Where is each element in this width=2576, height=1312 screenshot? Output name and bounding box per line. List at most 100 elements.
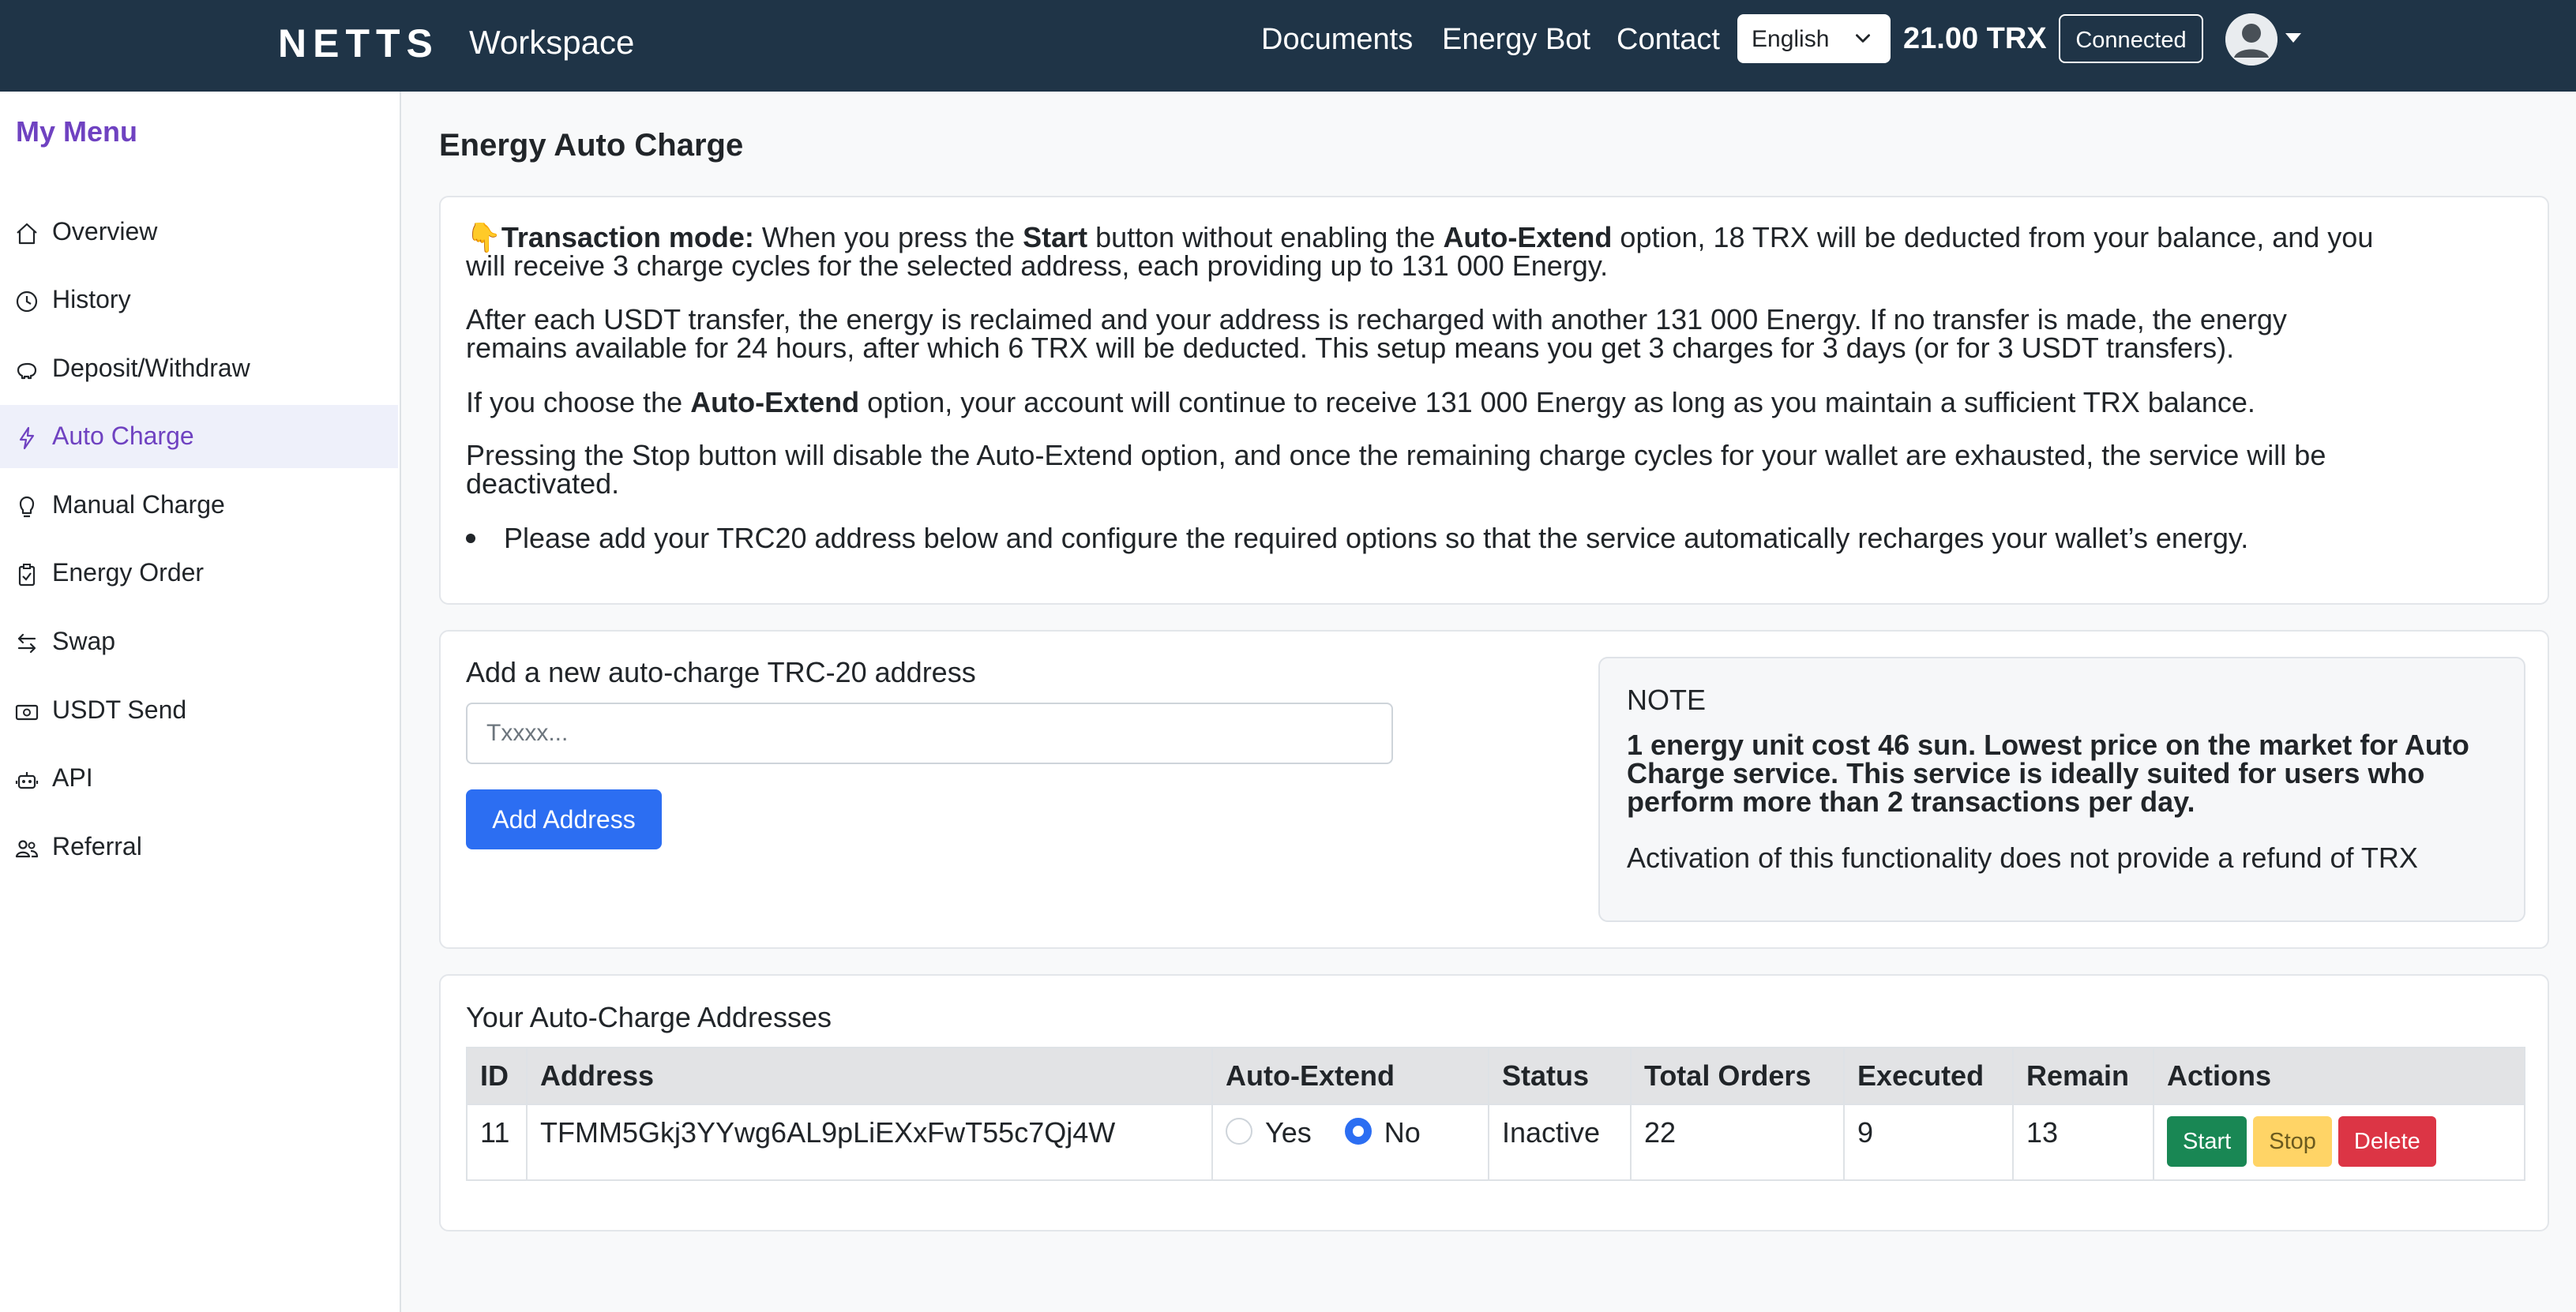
piggy-bank-icon	[17, 362, 37, 380]
cell-id: 11	[466, 1104, 528, 1181]
sidebar-item-auto-charge[interactable]: Auto Charge	[0, 405, 398, 468]
lightning-icon	[19, 426, 35, 450]
sidebar-item-deposit-withdraw[interactable]: Deposit/Withdraw	[0, 337, 398, 400]
sidebar-item-label: Energy Order	[52, 558, 205, 587]
pointing-down-icon: 👇	[466, 221, 501, 253]
auto-extend-no-label: No	[1384, 1116, 1421, 1149]
user-avatar[interactable]	[2225, 13, 2277, 66]
address-input-label: Add a new auto-charge TRC-20 address	[466, 656, 976, 688]
lightbulb-icon	[19, 496, 35, 518]
column-header-total-orders: Total Orders	[1630, 1047, 1845, 1105]
caret-down-icon[interactable]	[2285, 33, 2301, 43]
sidebar-item-manual-charge[interactable]: Manual Charge	[0, 474, 398, 537]
cell-auto-extend: Yes No	[1211, 1104, 1489, 1181]
nav-documents[interactable]: Documents	[1261, 23, 1413, 57]
chevron-down-icon	[1856, 34, 1870, 43]
delete-button[interactable]: Delete	[2338, 1116, 2436, 1167]
add-address-button[interactable]: Add Address	[466, 789, 662, 849]
brand-logo[interactable]: NETTS	[278, 21, 439, 66]
home-icon	[17, 223, 37, 245]
info-bullet-text: Please add your TRC20 address below and …	[504, 522, 2249, 554]
table-row: 11 TFMM5Gkj3YYwg6AL9pLiEXxFwT55c7Qj4W Ye…	[466, 1104, 2525, 1181]
sidebar-item-label: Referral	[52, 832, 142, 860]
info-paragraph-1: 👇Transaction mode: When you press the St…	[466, 223, 2373, 252]
cell-actions: Start Stop Delete	[2153, 1104, 2525, 1181]
brand-subtitle: Workspace	[469, 24, 635, 61]
user-icon	[2225, 13, 2277, 66]
info-paragraph-4: Pressing the Stop button will disable th…	[466, 439, 2326, 471]
wallet-connected-button[interactable]: Connected	[2059, 14, 2203, 63]
nav-energy-bot[interactable]: Energy Bot	[1442, 23, 1590, 57]
column-header-remain: Remain	[2012, 1047, 2154, 1105]
nav-contact[interactable]: Contact	[1617, 23, 1720, 57]
sidebar-item-label: API	[52, 763, 93, 792]
trx-balance: 21.00 TRX	[1903, 22, 2047, 55]
info-paragraph-1-line-2: will receive 3 charge cycles for the sel…	[466, 249, 1609, 282]
cash-icon	[15, 704, 39, 721]
cell-executed: 9	[1843, 1104, 2014, 1181]
auto-extend-yes-label: Yes	[1265, 1116, 1312, 1149]
note-refund-text: Activation of this functionality does no…	[1627, 842, 2418, 874]
swap-arrows-icon	[17, 633, 36, 654]
cell-total-orders: 22	[1630, 1104, 1845, 1181]
info-text: If you choose the	[466, 386, 691, 418]
note-box: NOTE 1 energy unit cost 46 sun. Lowest p…	[1598, 657, 2525, 922]
info-text: When you press the	[753, 221, 1023, 253]
addresses-table: ID Address Auto-Extend Status Total Orde…	[466, 1047, 2525, 1181]
start-button[interactable]: Start	[2167, 1116, 2247, 1167]
stop-button[interactable]: Stop	[2253, 1116, 2332, 1167]
cell-remain: 13	[2012, 1104, 2154, 1181]
column-header-status: Status	[1488, 1047, 1632, 1105]
bullet-marker	[466, 534, 475, 543]
info-text: option, 18 TRX will be deducted from you…	[1612, 221, 2374, 253]
sidebar-item-history[interactable]: History	[0, 268, 398, 332]
info-text: button without enabling the	[1087, 221, 1444, 253]
clock-icon	[16, 291, 38, 313]
auto-extend-no-radio[interactable]	[1344, 1118, 1372, 1145]
sidebar: My Menu Overview History Deposit/Withdra…	[0, 92, 401, 1312]
sidebar-item-label: Swap	[52, 627, 116, 655]
sidebar-item-label: Manual Charge	[52, 490, 225, 519]
language-value: English	[1752, 26, 1830, 52]
sidebar-item-energy-order[interactable]: Energy Order	[0, 542, 398, 605]
info-bold-text: Auto-Extend	[690, 386, 860, 418]
column-header-auto-extend: Auto-Extend	[1211, 1047, 1489, 1105]
column-header-executed: Executed	[1843, 1047, 2014, 1105]
info-paragraph-3: If you choose the Auto-Extend option, yo…	[466, 388, 2255, 417]
people-icon	[15, 840, 39, 858]
info-paragraph-4-line-2: deactivated.	[466, 467, 620, 500]
sidebar-item-label: History	[52, 285, 131, 313]
page-title: Energy Auto Charge	[439, 128, 744, 163]
sidebar-item-swap[interactable]: Swap	[0, 610, 398, 673]
info-text: option, your account will continue to re…	[859, 386, 2255, 418]
sidebar-item-label: Deposit/Withdraw	[52, 354, 250, 382]
auto-extend-yes-radio[interactable]	[1226, 1118, 1252, 1145]
top-navbar: NETTS Workspace Documents Energy Bot Con…	[0, 0, 2576, 92]
info-bold-text: Auto-Extend	[1443, 221, 1613, 253]
column-header-actions: Actions	[2153, 1047, 2525, 1105]
info-paragraph-2-line-2: remains available for 24 hours, after wh…	[466, 332, 2235, 364]
address-input[interactable]	[466, 703, 1393, 764]
info-bold-text: Transaction mode:	[501, 221, 754, 253]
info-paragraph-2: After each USDT transfer, the energy is …	[466, 303, 2287, 335]
cell-status: Inactive	[1488, 1104, 1632, 1181]
sidebar-item-label: Auto Charge	[52, 422, 194, 450]
sidebar-item-referral[interactable]: Referral	[0, 815, 398, 879]
note-pricing-text: 1 energy unit cost 46 sun. Lowest price …	[1627, 729, 2469, 818]
sidebar-item-usdt-send[interactable]: USDT Send	[0, 679, 398, 742]
sidebar-item-api[interactable]: API	[0, 747, 398, 810]
sidebar-item-overview[interactable]: Overview	[0, 201, 398, 264]
sidebar-title: My Menu	[16, 115, 138, 148]
note-title: NOTE	[1627, 684, 1707, 716]
addresses-table-title: Your Auto-Charge Addresses	[466, 1001, 832, 1033]
clipboard-check-icon	[18, 564, 36, 587]
sidebar-item-label: USDT Send	[52, 695, 187, 724]
column-header-address: Address	[526, 1047, 1213, 1105]
sidebar-item-label: Overview	[52, 217, 158, 246]
info-bold-text: Start	[1023, 221, 1088, 253]
column-header-id: ID	[466, 1047, 528, 1105]
language-select[interactable]: English	[1737, 14, 1891, 63]
robot-icon	[15, 772, 39, 789]
cell-address: TFMM5Gkj3YYwg6AL9pLiEXxFwT55c7Qj4W	[526, 1104, 1213, 1181]
table-header-row: ID Address Auto-Extend Status Total Orde…	[466, 1047, 2525, 1105]
